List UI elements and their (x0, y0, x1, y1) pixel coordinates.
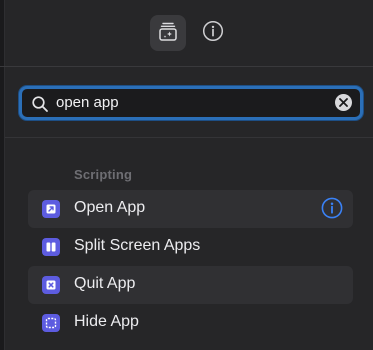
divider (5, 137, 373, 138)
section-header: Scripting (74, 167, 133, 182)
split-screen-icon (42, 238, 60, 256)
search-input[interactable] (56, 92, 326, 114)
panel-toolbar (5, 0, 373, 67)
info-icon[interactable] (321, 197, 343, 219)
list-item-hide-app[interactable]: Hide App (28, 304, 353, 342)
list-item-label: Split Screen Apps (74, 237, 201, 254)
list-item-split-screen-apps[interactable]: Split Screen Apps (28, 228, 353, 266)
open-app-icon (42, 200, 60, 218)
list-item-quit-app[interactable]: Quit App (28, 266, 353, 304)
hide-app-icon (42, 314, 60, 332)
info-icon (202, 20, 224, 47)
clear-search-button[interactable] (335, 94, 352, 111)
details-button[interactable] (195, 15, 231, 51)
quit-app-icon (42, 276, 60, 294)
actions-panel: Scripting Open App (5, 0, 373, 350)
shortcut-library-icon (158, 21, 178, 46)
close-icon (339, 94, 348, 112)
list-item-open-app[interactable]: Open App (28, 190, 353, 228)
list-item-label: Quit App (74, 275, 136, 292)
action-library-button[interactable] (150, 15, 186, 51)
search-field[interactable] (19, 86, 363, 120)
results-list: Open App Split Screen Apps Quit App Hide… (28, 190, 353, 342)
list-item-label: Hide App (74, 313, 139, 330)
list-item-label: Open App (74, 199, 146, 216)
search-icon (31, 95, 49, 113)
